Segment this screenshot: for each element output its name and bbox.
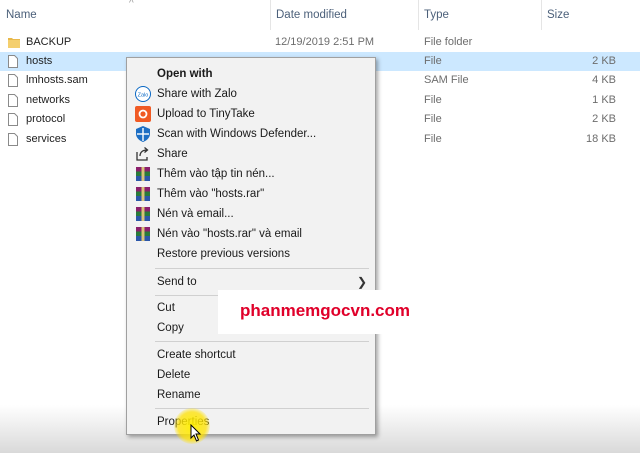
zalo-icon: Zalo — [135, 86, 151, 102]
file-name: services — [26, 133, 67, 145]
menu-restore-previous-versions[interactable]: Restore previous versions — [127, 244, 375, 264]
column-date-modified[interactable]: Date modified — [270, 0, 418, 30]
file-icon — [8, 94, 18, 107]
file-name: networks — [26, 94, 71, 106]
file-type: File folder — [424, 36, 473, 48]
file-type: File — [424, 133, 442, 145]
context-menu: Open with Zalo Share with Zalo Upload to… — [126, 57, 376, 435]
winrar-icon — [136, 167, 150, 181]
svg-text:Zalo: Zalo — [138, 93, 149, 99]
file-type: File — [424, 55, 442, 67]
submenu-arrow-icon: ❯ — [356, 275, 367, 289]
menu-separator — [155, 341, 369, 342]
file-date: 12/19/2019 2:51 PM — [275, 36, 375, 48]
menu-rar-add-hosts[interactable]: Thêm vào "hosts.rar" — [127, 184, 375, 204]
menu-separator — [155, 268, 369, 269]
file-size: 1 KB — [592, 94, 616, 106]
file-type: File — [424, 113, 442, 125]
menu-create-shortcut[interactable]: Create shortcut — [127, 345, 375, 365]
winrar-icon — [136, 187, 150, 201]
watermark-banner: phanmemgocvn.com — [218, 290, 432, 334]
menu-rar-add-archive[interactable]: Thêm vào tập tin nén... — [127, 164, 375, 184]
file-name: hosts — [26, 55, 53, 67]
column-name[interactable]: Name — [0, 0, 270, 30]
winrar-icon — [136, 227, 150, 241]
file-size: 18 KB — [586, 133, 616, 145]
file-size: 4 KB — [592, 74, 616, 86]
menu-rename[interactable]: Rename — [127, 385, 375, 405]
file-name: lmhosts.sam — [26, 74, 88, 86]
sort-ascending-icon: ^ — [129, 0, 134, 9]
file-size: 2 KB — [592, 113, 616, 125]
menu-rar-compress-hosts-email[interactable]: Nén vào "hosts.rar" và email — [127, 224, 375, 244]
menu-upload-tinytake[interactable]: Upload to TinyTake — [127, 104, 375, 124]
menu-properties[interactable]: Properties — [127, 412, 375, 432]
tinytake-icon — [135, 106, 151, 122]
file-icon — [8, 113, 18, 126]
share-icon — [136, 147, 149, 161]
menu-share-with-zalo[interactable]: Zalo Share with Zalo — [127, 84, 375, 104]
file-name: protocol — [26, 113, 66, 125]
file-row-backup[interactable]: BACKUP 12/19/2019 2:51 PM File folder — [0, 33, 640, 52]
column-type[interactable]: Type — [418, 0, 541, 30]
column-size[interactable]: Size — [541, 0, 640, 30]
mouse-pointer-icon — [190, 424, 202, 442]
menu-scan-defender[interactable]: Scan with Windows Defender... — [127, 124, 375, 144]
file-name: BACKUP — [26, 36, 72, 48]
menu-delete[interactable]: Delete — [127, 365, 375, 385]
windows-defender-icon — [136, 126, 150, 142]
winrar-icon — [136, 207, 150, 221]
file-type: File — [424, 94, 442, 106]
folder-icon — [8, 38, 20, 48]
column-header: Name ^ Date modified Type Size — [0, 0, 640, 30]
file-type: SAM File — [424, 74, 469, 86]
menu-send-to[interactable]: Send to ❯ — [127, 272, 375, 292]
file-icon — [8, 55, 18, 68]
menu-share[interactable]: Share — [127, 144, 375, 164]
menu-rar-compress-email[interactable]: Nén và email... — [127, 204, 375, 224]
file-icon — [8, 74, 18, 87]
menu-open-with[interactable]: Open with — [127, 64, 375, 84]
file-size: 2 KB — [592, 55, 616, 67]
file-icon — [8, 133, 18, 146]
